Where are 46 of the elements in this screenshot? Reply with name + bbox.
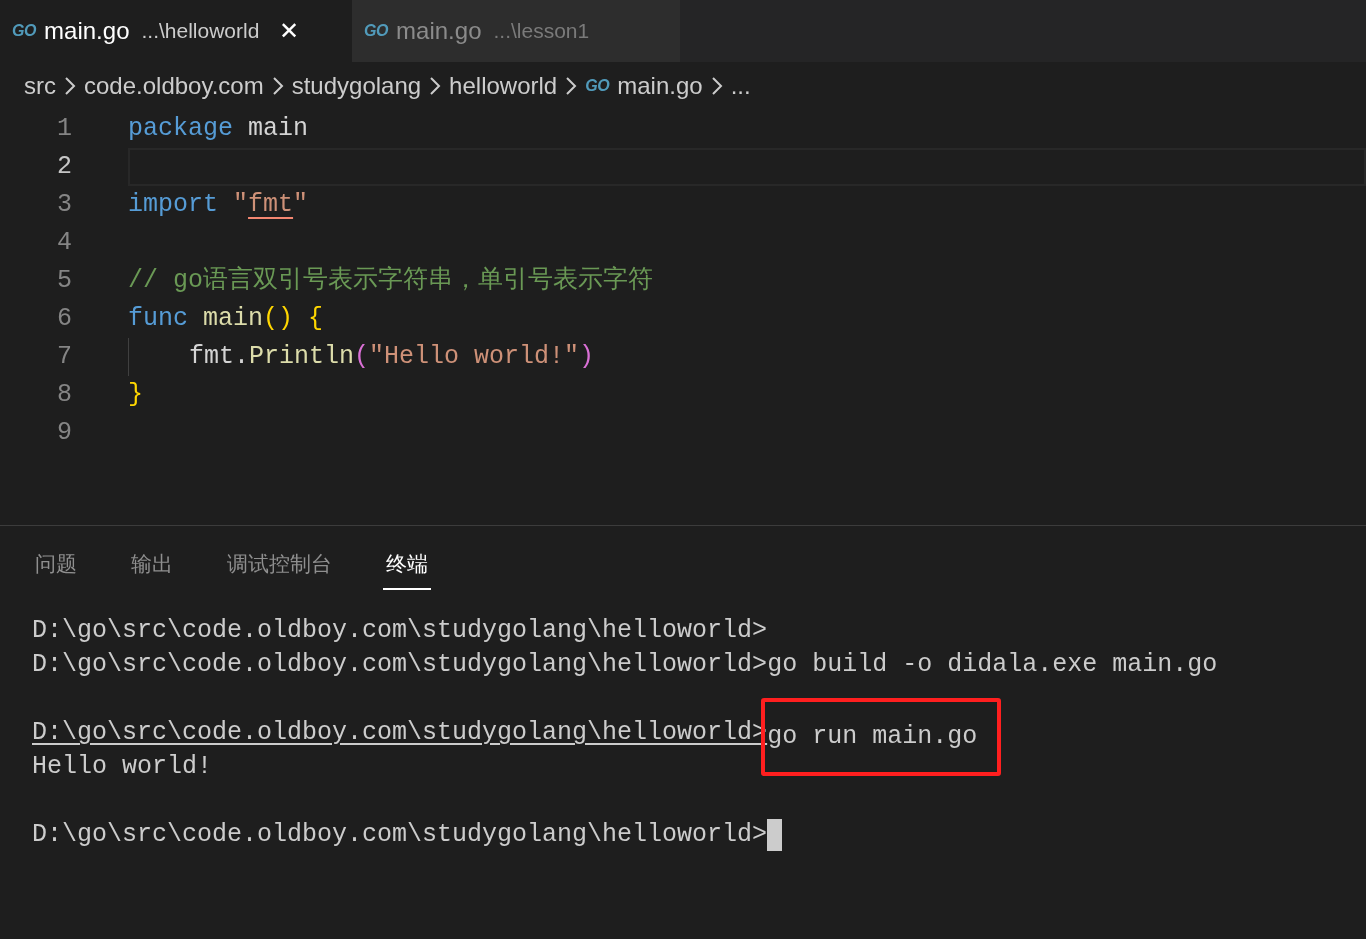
chevron-right-icon (429, 76, 442, 96)
go-logo-icon: GO (585, 78, 610, 94)
panel-tab[interactable]: 问题 (32, 548, 80, 590)
breadcrumb-item[interactable]: ... (730, 68, 751, 104)
go-logo-icon: GO (364, 23, 389, 39)
chevron-right-icon (565, 76, 578, 96)
breadcrumb-item[interactable]: main.go (617, 68, 703, 104)
breadcrumb-item[interactable]: code.oldboy.com (84, 68, 264, 104)
panel-tab[interactable]: 调试控制台 (224, 548, 335, 590)
breadcrumb-item[interactable]: helloworld (449, 68, 558, 104)
terminal-prompt: D:\go\src\code.oldboy.com\studygolang\helloworld> (32, 819, 768, 852)
chevron-right-icon (64, 76, 76, 96)
tab-filename: main.go (396, 16, 482, 46)
terminal-prompt: D:\go\src\code.oldboy.com\studygolang\helloworld> (32, 649, 768, 682)
terminal-output: Hello world! (32, 751, 213, 784)
tab-path: ...\helloworld (141, 18, 260, 45)
line-number: 4 (56, 227, 73, 260)
breadcrumb-item[interactable]: studygolang (291, 68, 422, 104)
terminal-command: go build -o didala.exe main.go (767, 649, 1218, 682)
line-number: 1 (56, 113, 73, 146)
code-line: } (128, 379, 143, 412)
code-line: fmt.Println("Hello world!") (189, 341, 595, 374)
editor-tab[interactable]: GO main.go ...\helloworld ✕ (0, 0, 352, 62)
code-line: package main (128, 113, 309, 146)
editor-tab[interactable]: GO main.go ...\lesson1 (352, 0, 680, 62)
panel-tab[interactable]: 输出 (128, 548, 176, 590)
tab-path: ...\lesson1 (493, 18, 590, 45)
line-number: 5 (56, 265, 73, 298)
close-icon[interactable]: ✕ (279, 13, 300, 49)
code-line: import "fmt" (128, 189, 309, 222)
terminal-command: go run main.go (767, 721, 978, 754)
tab-filename: main.go (44, 16, 130, 46)
breadcrumb-item[interactable]: src (24, 68, 56, 104)
line-number: 7 (56, 341, 73, 374)
line-number: 9 (56, 417, 73, 450)
line-number: 3 (56, 189, 73, 222)
go-logo-icon: GO (12, 23, 37, 39)
panel-tab[interactable]: 终端 (383, 548, 431, 590)
line-number: 2 (56, 151, 73, 184)
chevron-right-icon (710, 76, 723, 96)
line-number: 8 (56, 379, 73, 412)
terminal-prompt: D:\go\src\code.oldboy.com\studygolang\helloworld> (32, 615, 768, 648)
code-line: // go语言双引号表示字符串，单引号表示字符 (128, 265, 653, 298)
line-number: 6 (56, 303, 73, 336)
chevron-right-icon (271, 76, 284, 96)
code-line: func main() { (128, 303, 324, 336)
